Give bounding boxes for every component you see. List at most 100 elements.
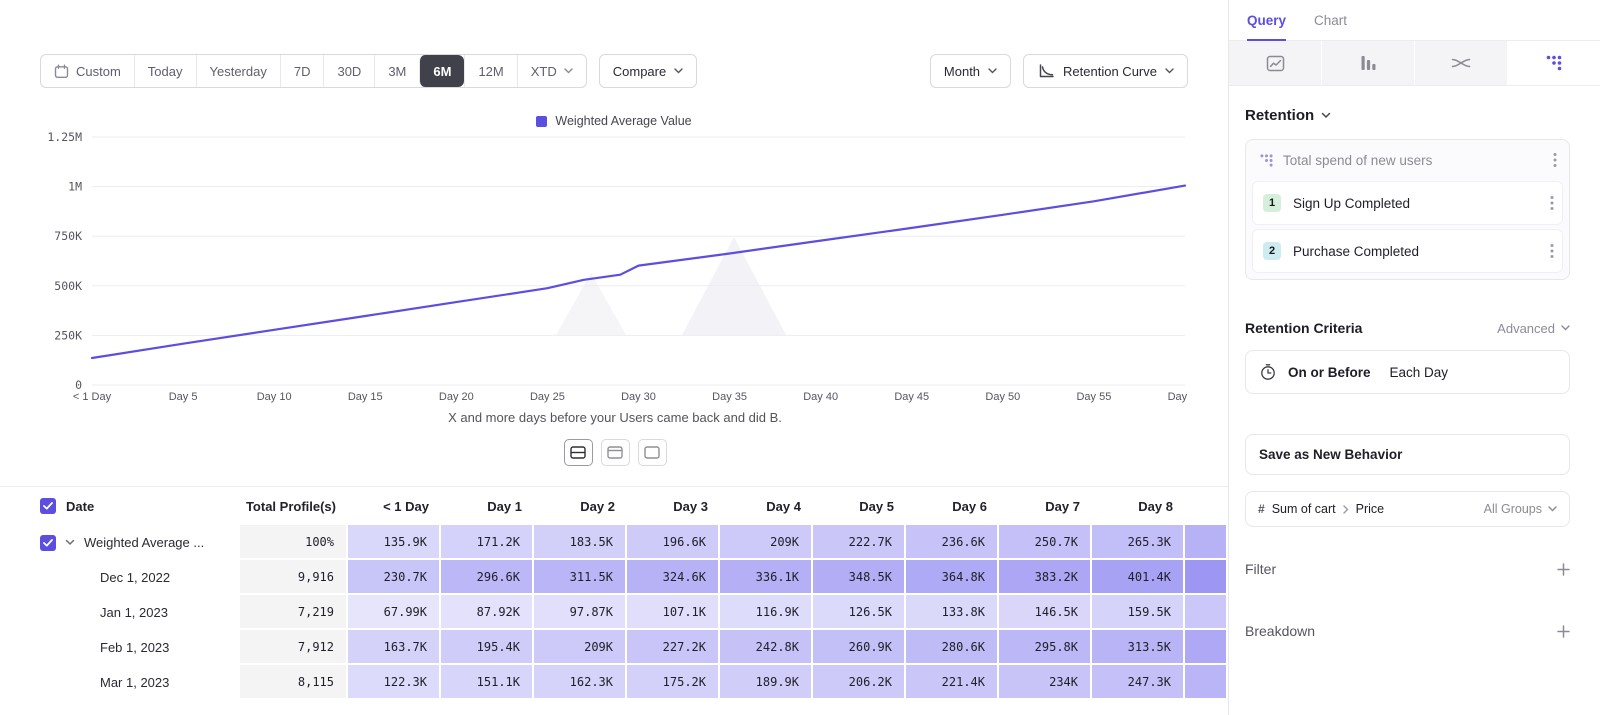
column-header[interactable]: Day 5 [813,487,906,525]
column-header[interactable]: < 1 Day [348,487,441,525]
retention-cell-cut[interactable] [1185,560,1228,595]
chart-style-button[interactable]: Retention Curve [1023,54,1188,88]
retention-cell[interactable]: 97.87K [534,595,627,630]
range-30d[interactable]: 30D [323,55,374,87]
retention-cell-cut[interactable] [1185,525,1228,560]
retention-cell[interactable]: 135.9K [348,525,441,560]
retention-cell[interactable]: 163.7K [348,630,441,665]
single-pane-layout-button[interactable] [638,439,667,466]
retention-cell[interactable]: 175.2K [627,665,720,700]
add-breakdown-button[interactable] [1557,625,1570,638]
retention-cell[interactable]: 280.6K [906,630,999,665]
retention-cell[interactable]: 230.7K [348,560,441,595]
retention-cell[interactable]: 87.92K [441,595,534,630]
add-filter-button[interactable] [1557,563,1570,576]
range-6m[interactable]: 6M [419,55,464,87]
retention-cell[interactable]: 159.5K [1092,595,1185,630]
range-yesterday[interactable]: Yesterday [196,55,280,87]
retention-cell[interactable]: 107.1K [627,595,720,630]
retention-cell-cut[interactable] [1185,595,1228,630]
weighted-average-line[interactable] [92,186,1185,358]
retention-cell[interactable]: 183.5K [534,525,627,560]
retention-cell-cut[interactable] [1185,630,1228,665]
retention-icon[interactable] [1508,41,1600,85]
retention-cell[interactable]: 67.99K [348,595,441,630]
retention-cell[interactable]: 133.8K [906,595,999,630]
tab-chart[interactable]: Chart [1314,13,1347,41]
retention-cell[interactable]: 151.1K [441,665,534,700]
retention-cell-cut[interactable] [1185,665,1228,700]
retention-cell[interactable]: 196.6K [627,525,720,560]
retention-cell[interactable]: 295.8K [999,630,1092,665]
compare-button[interactable]: Compare [599,54,697,88]
retention-cell[interactable]: 209K [534,630,627,665]
behavior-step[interactable]: 2Purchase Completed [1252,229,1563,273]
kebab-menu-icon[interactable] [1550,195,1554,211]
row-label-date[interactable]: Feb 1, 2023 [0,630,240,665]
retention-cell[interactable]: 296.6K [441,560,534,595]
retention-cell[interactable]: 311.5K [534,560,627,595]
column-header-date[interactable]: Date [0,487,240,525]
criteria-timing-card[interactable]: On or Before Each Day [1245,350,1570,394]
retention-cell[interactable]: 221.4K [906,665,999,700]
retention-cell[interactable]: 227.2K [627,630,720,665]
retention-cell[interactable]: 260.9K [813,630,906,665]
retention-section-dropdown[interactable]: Retention [1245,107,1570,124]
retention-cell[interactable]: 364.8K [906,560,999,595]
retention-cell[interactable]: 209K [720,525,813,560]
retention-cell[interactable]: 195.4K [441,630,534,665]
column-header[interactable]: Day 6 [906,487,999,525]
retention-cell[interactable]: 348.5K [813,560,906,595]
total-profiles-cell[interactable]: 100% [240,525,348,560]
retention-cell[interactable]: 171.2K [441,525,534,560]
criteria-mode-dropdown[interactable]: Advanced [1497,321,1570,336]
column-header[interactable]: Day 8 [1092,487,1185,525]
row-label-date[interactable]: Mar 1, 2023 [0,665,240,700]
retention-cell[interactable]: 250.7K [999,525,1092,560]
row-label-date[interactable]: Dec 1, 2022 [0,560,240,595]
behavior-card-header[interactable]: Total spend of new users [1246,140,1569,177]
behavior-step[interactable]: 1Sign Up Completed [1252,181,1563,225]
retention-cell[interactable]: 146.5K [999,595,1092,630]
total-profiles-cell[interactable]: 7,912 [240,630,348,665]
row-label-weighted-average[interactable]: Weighted Average ... [0,525,240,560]
retention-cell[interactable]: 116.9K [720,595,813,630]
retention-cell[interactable]: 383.2K [999,560,1092,595]
retention-cell[interactable]: 234K [999,665,1092,700]
retention-cell[interactable]: 126.5K [813,595,906,630]
kebab-menu-icon[interactable] [1550,243,1554,259]
flows-icon[interactable] [1415,41,1508,85]
column-header[interactable]: Day 4 [720,487,813,525]
retention-cell[interactable]: 247.3K [1092,665,1185,700]
retention-cell[interactable]: 313.5K [1092,630,1185,665]
funnels-icon[interactable] [1322,41,1415,85]
retention-cell[interactable]: 336.1K [720,560,813,595]
row-label-date[interactable]: Jan 1, 2023 [0,595,240,630]
retention-curve-chart[interactable]: 0250K500K750K1M1.25M< 1 DayDay 5Day 10Da… [40,132,1190,410]
range-3m[interactable]: 3M [374,55,419,87]
range-today[interactable]: Today [134,55,196,87]
retention-cell[interactable]: 162.3K [534,665,627,700]
total-profiles-cell[interactable]: 7,219 [240,595,348,630]
column-header[interactable]: Day 3 [627,487,720,525]
column-header[interactable]: Day 7 [999,487,1092,525]
range-xtd[interactable]: XTD [517,55,586,87]
insights-icon[interactable] [1229,41,1322,85]
save-as-new-behavior-button[interactable]: Save as New Behavior [1245,434,1570,475]
retention-cell[interactable]: 401.4K [1092,560,1185,595]
measurement-row[interactable]: # Sum of cart Price All Groups [1245,491,1570,527]
groups-dropdown[interactable]: All Groups [1484,502,1557,516]
retention-cell[interactable]: 324.6K [627,560,720,595]
range-custom[interactable]: Custom [41,55,134,87]
column-header[interactable]: Day 1 [441,487,534,525]
column-header[interactable]: Total Profile(s) [240,487,348,525]
total-profiles-cell[interactable]: 9,916 [240,560,348,595]
split-top-layout-button[interactable] [601,439,630,466]
granularity-button[interactable]: Month [930,54,1011,88]
retention-cell[interactable]: 189.9K [720,665,813,700]
retention-cell[interactable]: 206.2K [813,665,906,700]
total-profiles-cell[interactable]: 8,115 [240,665,348,700]
retention-cell[interactable]: 236.6K [906,525,999,560]
chevron-down-icon[interactable] [65,539,75,546]
retention-cell[interactable]: 222.7K [813,525,906,560]
